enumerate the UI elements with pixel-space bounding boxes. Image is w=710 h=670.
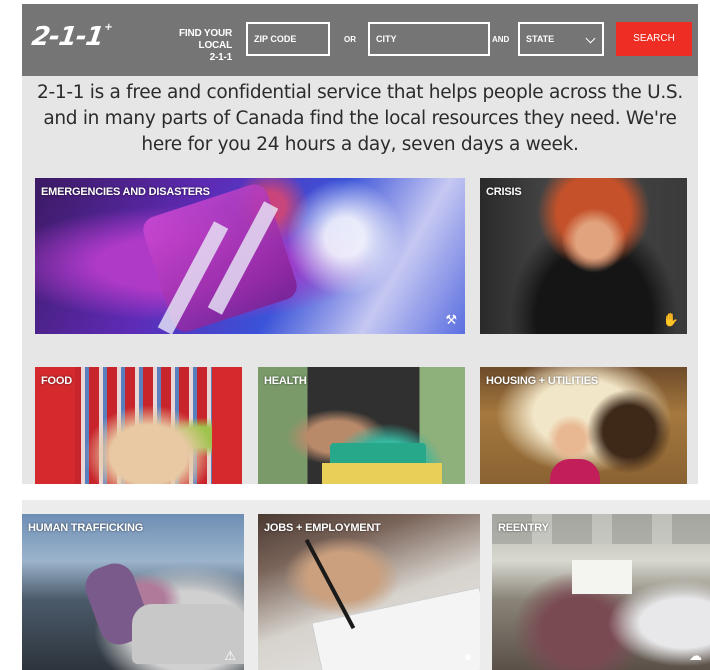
tools-icon: ⚒: [445, 312, 457, 327]
lower-section: HUMAN TRAFFICKING ⚠ JOBS + EMPLOYMENT ● …: [22, 500, 710, 670]
find-local-label: FIND YOUR LOCAL 2-1-1: [178, 28, 232, 63]
tile-human-trafficking[interactable]: HUMAN TRAFFICKING ⚠: [22, 514, 244, 670]
tile-crisis[interactable]: CRISIS ✋: [480, 178, 687, 334]
hand-icon: ✋: [662, 312, 679, 327]
cloud-icon: ☁: [689, 648, 702, 663]
tile-image-detail: [322, 463, 442, 484]
tile-image-detail: [212, 367, 242, 484]
tile-jobs-employment[interactable]: JOBS + EMPLOYMENT ●: [258, 514, 480, 670]
warning-icon: ⚠: [224, 648, 236, 663]
upper-section: 2-1-1+ FIND YOUR LOCAL 2-1-1 ZIP CODE OR…: [22, 4, 698, 484]
tile-label: HUMAN TRAFFICKING: [28, 522, 144, 534]
and-label: AND: [492, 35, 510, 44]
tile-label: FOOD: [41, 375, 72, 387]
tile-image-detail: [572, 560, 632, 594]
or-label: OR: [344, 35, 356, 44]
city-input[interactable]: CITY: [368, 22, 490, 56]
tile-reentry[interactable]: REENTRY ☁: [492, 514, 710, 670]
site-header: 2-1-1+ FIND YOUR LOCAL 2-1-1 ZIP CODE OR…: [22, 4, 698, 76]
chevron-down-icon: [585, 33, 596, 44]
state-select[interactable]: STATE: [518, 22, 604, 56]
state-select-value: STATE: [526, 34, 555, 44]
tile-label: EMERGENCIES AND DISASTERS: [41, 186, 210, 198]
tile-label: REENTRY: [498, 522, 549, 534]
tile-image-detail: [304, 538, 356, 630]
intro-text: 2-1-1 is a free and confidential service…: [37, 82, 683, 155]
tile-housing-utilities[interactable]: HOUSING + UTILITIES: [480, 367, 687, 484]
tile-label: HOUSING + UTILITIES: [486, 375, 599, 387]
zip-code-input[interactable]: ZIP CODE: [246, 22, 330, 56]
site-logo[interactable]: 2-1-1+: [30, 22, 112, 52]
search-button[interactable]: SEARCH: [616, 22, 692, 56]
tile-label: HEALTH: [264, 375, 307, 387]
tile-label: JOBS + EMPLOYMENT: [264, 522, 381, 534]
piggy-bank-icon: ●: [464, 649, 472, 664]
tile-food[interactable]: FOOD: [35, 367, 242, 484]
tile-image-detail: [550, 459, 600, 484]
tile-label: CRISIS: [486, 186, 522, 198]
tile-emergencies-and-disasters[interactable]: EMERGENCIES AND DISASTERS ⚒: [35, 178, 465, 334]
tile-health[interactable]: HEALTH: [258, 367, 465, 484]
